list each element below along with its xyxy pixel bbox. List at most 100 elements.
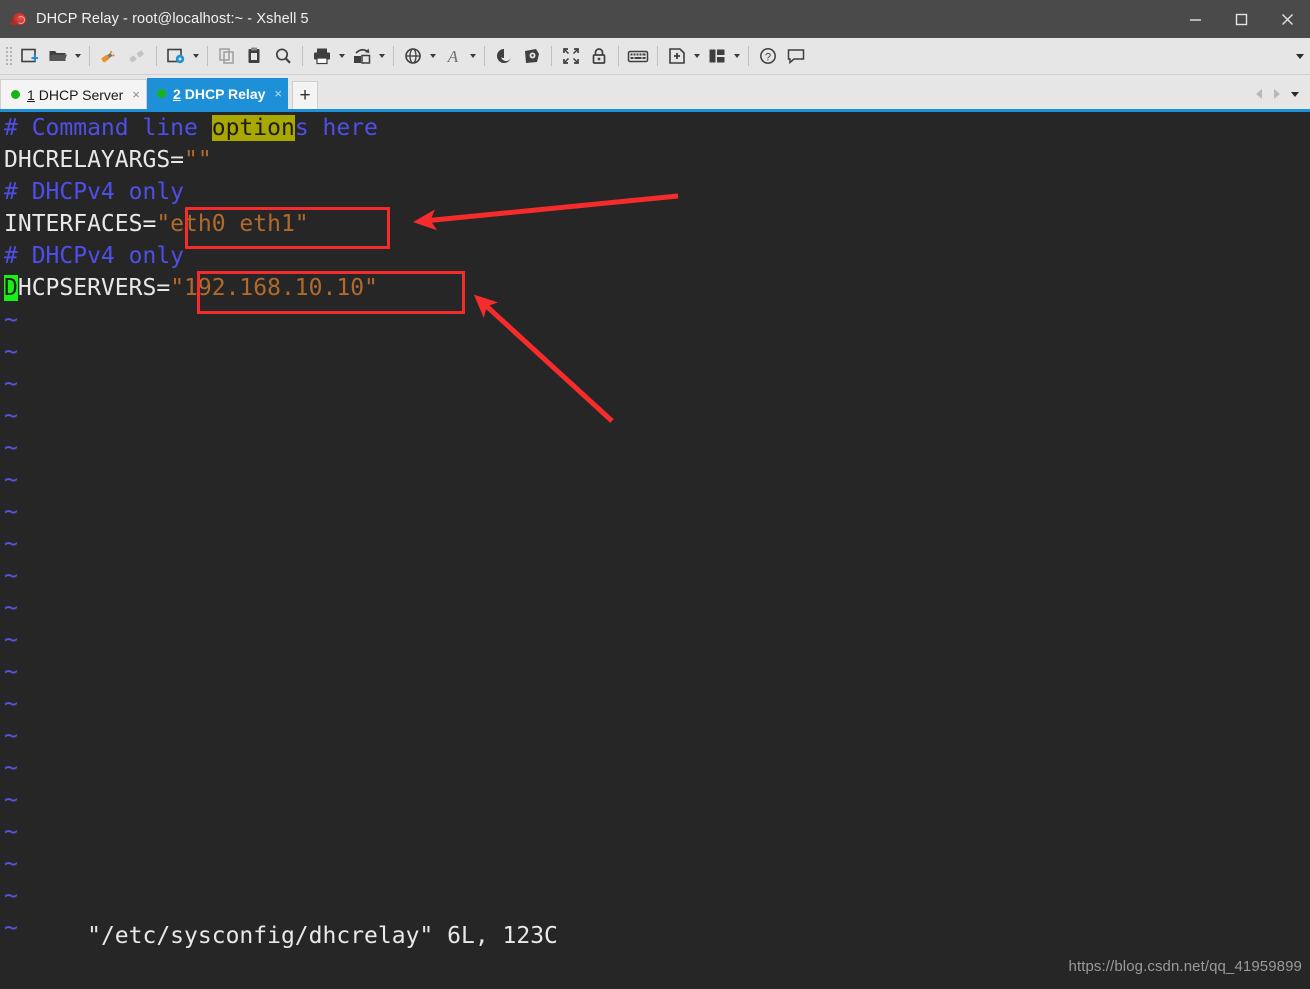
- connect-item[interactable]: [95, 41, 123, 71]
- print-caret-icon[interactable]: [336, 42, 348, 70]
- tab-list-chevron-icon[interactable]: [1286, 80, 1304, 108]
- lock-icon[interactable]: [585, 42, 613, 70]
- tilde-marker: ~: [4, 595, 18, 621]
- add-to-favorites-caret-icon[interactable]: [691, 42, 703, 70]
- terminal-empty-line: ~: [4, 720, 1310, 752]
- tilde-marker: ~: [4, 787, 18, 813]
- connect-icon[interactable]: [95, 42, 123, 70]
- toolbar-grip[interactable]: [4, 45, 13, 67]
- fullscreen-item[interactable]: [557, 41, 585, 71]
- print-icon[interactable]: [308, 42, 336, 70]
- disconnect-item[interactable]: [123, 41, 151, 71]
- toolbar-separator: [484, 46, 485, 66]
- file-transfer-caret-icon[interactable]: [376, 42, 388, 70]
- paste-item[interactable]: [241, 41, 269, 71]
- xshell-window: DHCP Relay - root@localhost:~ - Xshell 5: [0, 0, 1310, 989]
- lock-item[interactable]: [585, 41, 613, 71]
- tilde-marker: ~: [4, 499, 18, 525]
- toolbar-separator: [89, 46, 90, 66]
- terminal-screen[interactable]: # Command line options here DHCRELAYARGS=…: [0, 112, 1310, 989]
- add-to-favorites-item[interactable]: [663, 41, 703, 71]
- help-item[interactable]: ?: [754, 41, 782, 71]
- xshell-logo-icon: [10, 10, 28, 28]
- line-comment-dhcpv4-only-1: # DHCPv4 only: [4, 176, 1310, 208]
- find-icon[interactable]: [269, 42, 297, 70]
- tilde-marker: ~: [4, 563, 18, 589]
- print-item[interactable]: [308, 41, 348, 71]
- xshell-session-item[interactable]: [518, 41, 546, 71]
- new-tab-button[interactable]: +: [292, 81, 318, 109]
- keyboard-item[interactable]: [624, 41, 652, 71]
- xftp-icon[interactable]: [490, 42, 518, 70]
- tilde-marker: ~: [4, 691, 18, 717]
- title-bar: DHCP Relay - root@localhost:~ - Xshell 5: [0, 0, 1310, 38]
- tab-close-icon[interactable]: ×: [274, 87, 282, 100]
- add-to-favorites-icon[interactable]: [663, 42, 691, 70]
- globe-icon[interactable]: [399, 42, 427, 70]
- new-session-item[interactable]: [16, 41, 44, 71]
- tab-dhcp-relay[interactable]: 2 DHCP Relay ×: [146, 78, 288, 109]
- font-icon[interactable]: A: [439, 42, 467, 70]
- tab-status-dot-icon: [11, 90, 20, 99]
- feedback-item[interactable]: [782, 41, 810, 71]
- tab-label: DHCP Relay: [184, 85, 266, 102]
- terminal-empty-line: ~: [4, 816, 1310, 848]
- tab-close-icon[interactable]: ×: [132, 88, 140, 101]
- disconnect-icon[interactable]: [123, 42, 151, 70]
- tab-scroll-right-icon[interactable]: [1268, 80, 1286, 108]
- toolbar-overflow-chevron[interactable]: [1296, 38, 1304, 74]
- tilde-marker: ~: [4, 307, 18, 333]
- terminal-segment: DHCRELAYARGS=: [4, 147, 185, 173]
- session-properties-icon[interactable]: [162, 42, 190, 70]
- copy-item[interactable]: [213, 41, 241, 71]
- open-session-icon[interactable]: [44, 42, 72, 70]
- tilde-marker: ~: [4, 371, 18, 397]
- terminal-empty-line: ~: [4, 560, 1310, 592]
- font-caret-icon[interactable]: [467, 42, 479, 70]
- open-session-item[interactable]: [44, 41, 84, 71]
- terminal-empty-line: ~: [4, 368, 1310, 400]
- layout-caret-icon[interactable]: [731, 42, 743, 70]
- terminal-empty-line: ~: [4, 752, 1310, 784]
- open-session-caret-icon[interactable]: [72, 42, 84, 70]
- terminal-empty-line: ~: [4, 432, 1310, 464]
- layout-item[interactable]: [703, 41, 743, 71]
- keyboard-icon[interactable]: [624, 42, 652, 70]
- tab-scroll-left-icon[interactable]: [1250, 80, 1268, 108]
- minimize-button[interactable]: [1172, 0, 1218, 38]
- new-session-icon[interactable]: [16, 42, 44, 70]
- window-title: DHCP Relay - root@localhost:~ - Xshell 5: [36, 11, 309, 27]
- tab-dhcp-server[interactable]: 1 DHCP Server ×: [0, 79, 147, 109]
- feedback-icon[interactable]: [782, 42, 810, 70]
- help-icon[interactable]: ?: [754, 42, 782, 70]
- layout-icon[interactable]: [703, 42, 731, 70]
- xshell-session-icon[interactable]: [518, 42, 546, 70]
- file-transfer-icon[interactable]: [348, 42, 376, 70]
- find-item[interactable]: [269, 41, 297, 71]
- close-button[interactable]: [1264, 0, 1310, 38]
- globe-caret-icon[interactable]: [427, 42, 439, 70]
- toolbar-separator: [156, 46, 157, 66]
- window-controls: [1172, 0, 1310, 38]
- xftp-item[interactable]: [490, 41, 518, 71]
- session-properties-item[interactable]: [162, 41, 202, 71]
- tilde-marker: ~: [4, 339, 18, 365]
- terminal-empty-line: ~: [4, 304, 1310, 336]
- line-interfaces: INTERFACES="eth0 eth1": [4, 208, 1310, 240]
- paste-icon[interactable]: [241, 42, 269, 70]
- fullscreen-icon[interactable]: [557, 42, 585, 70]
- terminal-segment: HCPSERVERS=: [17, 275, 171, 301]
- toolbar-separator: [618, 46, 619, 66]
- copy-icon[interactable]: [213, 42, 241, 70]
- toolbar-separator: [657, 46, 658, 66]
- terminal-segment: "eth0 eth1": [156, 211, 309, 237]
- maximize-button[interactable]: [1218, 0, 1264, 38]
- line-comment-command-line-options: # Command line options here: [4, 112, 1310, 144]
- globe-item[interactable]: [399, 41, 439, 71]
- file-transfer-item[interactable]: [348, 41, 388, 71]
- terminal-segment: D: [4, 275, 18, 301]
- font-item[interactable]: A: [439, 41, 479, 71]
- session-properties-caret-icon[interactable]: [190, 42, 202, 70]
- toolbar-separator: [302, 46, 303, 66]
- tab-bar: 1 DHCP Server × 2 DHCP Relay × +: [0, 75, 1310, 112]
